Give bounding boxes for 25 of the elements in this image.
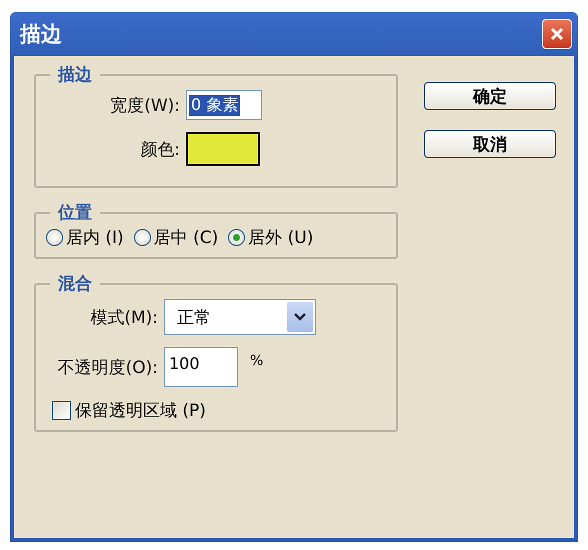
- group-title: 位置: [50, 201, 100, 224]
- radio-button[interactable]: [228, 229, 246, 246]
- field-label: 模式(M):: [89, 306, 158, 328]
- window-title: 描边: [20, 21, 62, 48]
- radio-button[interactable]: [134, 229, 151, 246]
- opacity-field[interactable]: 100: [164, 347, 238, 387]
- radio-label: 居中 (C): [154, 227, 218, 249]
- close-button[interactable]: [542, 19, 572, 49]
- group-title: 描边: [50, 63, 100, 86]
- dialog-button[interactable]: 取消: [424, 130, 556, 158]
- field-label: 颜色:: [139, 138, 180, 160]
- unit-label: %: [250, 353, 264, 369]
- dialog-button[interactable]: 确定: [424, 82, 556, 110]
- radio-label: 居外 (U): [248, 227, 314, 249]
- close-icon: [549, 26, 565, 42]
- field-label: 宽度(W):: [109, 94, 180, 116]
- color-swatch[interactable]: [186, 132, 260, 166]
- checkbox[interactable]: [52, 401, 71, 420]
- mode-dropdown[interactable]: 正常: [164, 299, 316, 335]
- checkbox-label: 保留透明区域 (P): [75, 400, 206, 422]
- radio-button[interactable]: [46, 229, 63, 246]
- field-label: 不透明度(O):: [56, 356, 158, 378]
- group-title: 混合: [50, 272, 100, 295]
- width-field[interactable]: 0 象素: [186, 90, 262, 120]
- radio-label: 居内 (I): [66, 227, 124, 249]
